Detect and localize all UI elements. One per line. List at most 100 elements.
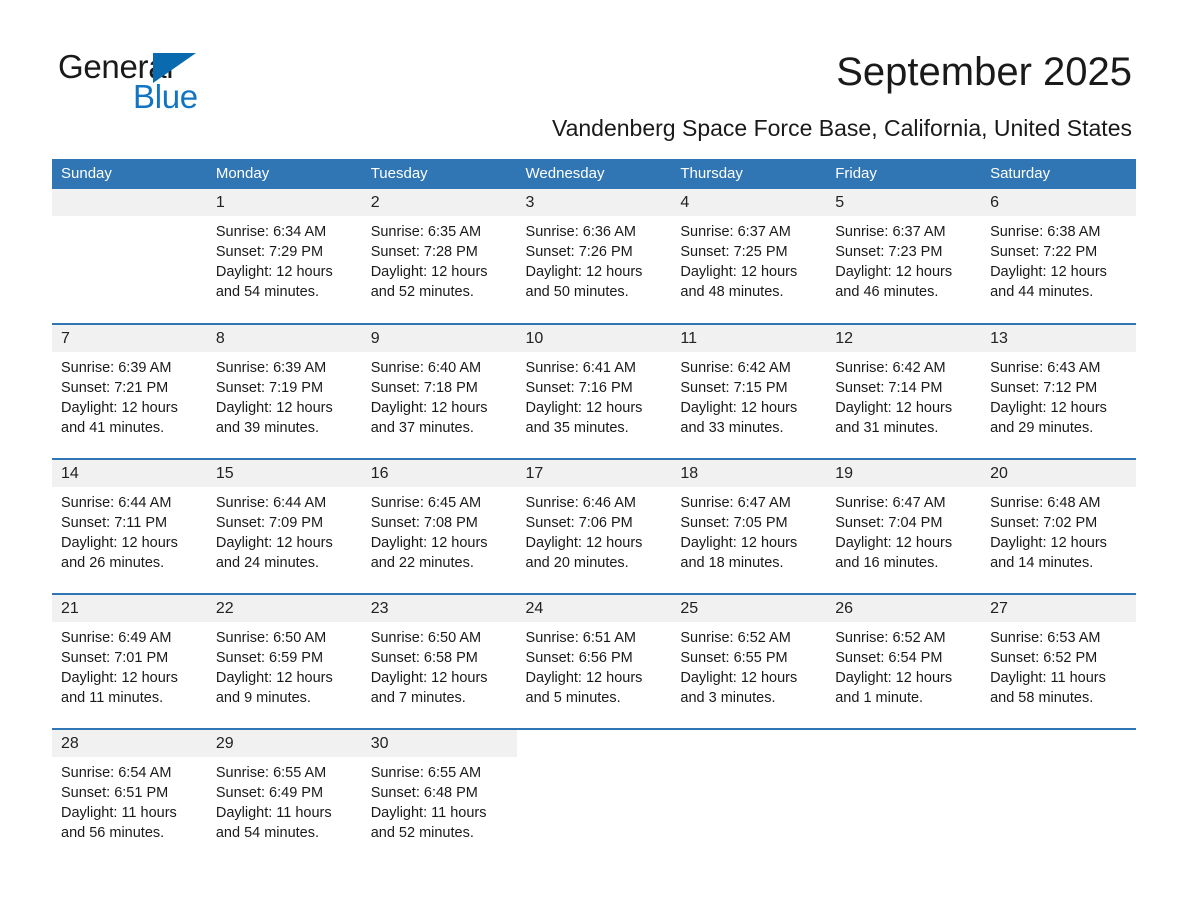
weekday-header-friday: Friday (826, 159, 982, 189)
sunrise-text: Sunrise: 6:43 AM (990, 360, 1101, 376)
sunrise-text: Sunrise: 6:41 AM (525, 360, 636, 376)
calendar-day-cell[interactable]: 17 Sunrise: 6:46 AM Sunset: 7:06 PM Dayligh… (516, 458, 672, 594)
day-number: 19 (826, 460, 982, 487)
sunrise-text: Sunrise: 6:39 AM (61, 360, 172, 376)
sunset-text: Sunset: 7:23 PM (835, 244, 943, 260)
calendar-table: Sunday Monday Tuesday Wednesday Thursday… (52, 159, 1136, 864)
day-number: 23 (361, 595, 517, 622)
calendar-empty-cell (516, 728, 672, 864)
calendar-day-cell[interactable]: 23 Sunrise: 6:50 AM Sunset: 6:58 PM Dayligh… (361, 593, 517, 729)
calendar-day-cell[interactable]: 3 Sunrise: 6:36 AM Sunset: 7:26 PM Daylight… (516, 189, 672, 324)
calendar-day-cell[interactable]: 4 Sunrise: 6:37 AM Sunset: 7:25 PM Daylight… (671, 189, 827, 324)
sunrise-text: Sunrise: 6:44 AM (61, 495, 172, 511)
calendar-day-cell[interactable]: 27 Sunrise: 6:53 AM Sunset: 6:52 PM Dayligh… (981, 593, 1136, 729)
calendar-day-cell[interactable]: 10 Sunrise: 6:41 AM Sunset: 7:16 PM Dayligh… (516, 323, 672, 459)
calendar-day-cell[interactable]: 14 Sunrise: 6:44 AM Sunset: 7:11 PM Dayligh… (52, 458, 207, 594)
calendar-day-cell[interactable]: 30 Sunrise: 6:55 AM Sunset: 6:48 PM Dayligh… (361, 728, 517, 864)
calendar-day-cell[interactable]: 1 Sunrise: 6:34 AM Sunset: 7:29 PM Daylight… (206, 189, 362, 324)
day-number (52, 189, 207, 216)
calendar-day-cell[interactable]: 8 Sunrise: 6:39 AM Sunset: 7:19 PM Daylight… (206, 323, 362, 459)
daylight-text: Daylight: 12 hours and 9 minutes. (215, 670, 333, 706)
calendar-day-cell[interactable]: 15 Sunrise: 6:44 AM Sunset: 7:09 PM Dayligh… (206, 458, 362, 594)
sun-info: Sunrise: 6:50 AM Sunset: 6:58 PM Daylight:… (362, 622, 517, 708)
calendar-page: General Blue September 2025 Vandenberg S… (0, 0, 1188, 918)
sun-info: Sunrise: 6:55 AM Sunset: 6:48 PM Daylight:… (362, 757, 517, 843)
calendar-day-cell[interactable]: 12 Sunrise: 6:42 AM Sunset: 7:14 PM Dayligh… (826, 323, 982, 459)
calendar-day-cell[interactable]: 6 Sunrise: 6:38 AM Sunset: 7:22 PM Daylight… (981, 189, 1136, 324)
sunrise-text: Sunrise: 6:52 AM (835, 630, 946, 646)
sunset-text: Sunset: 6:59 PM (215, 650, 324, 666)
calendar-day-cell[interactable]: 22 Sunrise: 6:50 AM Sunset: 6:59 PM Dayligh… (206, 593, 362, 729)
sunset-text: Sunset: 7:08 PM (370, 515, 478, 531)
calendar-day-cell[interactable]: 11 Sunrise: 6:42 AM Sunset: 7:15 PM Dayligh… (671, 323, 827, 459)
day-number: 20 (981, 460, 1136, 487)
calendar-day-cell[interactable]: 28 Sunrise: 6:54 AM Sunset: 6:51 PM Dayligh… (52, 728, 207, 864)
day-number: 22 (206, 595, 362, 622)
daylight-text: Daylight: 12 hours and 1 minute. (835, 670, 953, 706)
day-number: 3 (516, 189, 672, 216)
calendar-day-cell[interactable]: 9 Sunrise: 6:40 AM Sunset: 7:18 PM Daylight… (361, 323, 517, 459)
daylight-text: Daylight: 12 hours and 24 minutes. (215, 535, 333, 571)
calendar-day-cell[interactable]: 13 Sunrise: 6:43 AM Sunset: 7:12 PM Dayligh… (981, 323, 1136, 459)
sunrise-text: Sunrise: 6:34 AM (215, 224, 327, 240)
sun-info: Sunrise: 6:46 AM Sunset: 7:06 PM Daylight:… (517, 487, 672, 573)
calendar-day-cell[interactable]: 18 Sunrise: 6:47 AM Sunset: 7:05 PM Dayligh… (671, 458, 827, 594)
calendar-day-cell[interactable]: 25 Sunrise: 6:52 AM Sunset: 6:55 PM Dayligh… (671, 593, 827, 729)
daylight-text: Daylight: 12 hours and 44 minutes. (990, 264, 1107, 300)
sun-info: Sunrise: 6:40 AM Sunset: 7:18 PM Daylight:… (362, 352, 517, 438)
sun-info: Sunrise: 6:49 AM Sunset: 7:01 PM Daylight:… (52, 622, 207, 708)
calendar-day-cell[interactable]: 5 Sunrise: 6:37 AM Sunset: 7:23 PM Daylight… (826, 189, 982, 324)
day-number: 27 (981, 595, 1136, 622)
sunset-text: Sunset: 6:49 PM (215, 785, 324, 801)
day-number: 11 (671, 325, 827, 352)
sunset-text: Sunset: 6:58 PM (370, 650, 478, 666)
calendar-day-cell[interactable]: 7 Sunrise: 6:39 AM Sunset: 7:21 PM Daylight… (52, 323, 207, 459)
calendar-day-cell[interactable]: 20 Sunrise: 6:48 AM Sunset: 7:02 PM Dayligh… (981, 458, 1136, 594)
sun-info: Sunrise: 6:55 AM Sunset: 6:49 PM Daylight:… (207, 757, 362, 843)
calendar-week-row: 21 Sunrise: 6:49 AM Sunset: 7:01 PM Dayligh… (52, 593, 1136, 729)
sunrise-text: Sunrise: 6:44 AM (215, 495, 327, 511)
calendar-day-cell[interactable]: 24 Sunrise: 6:51 AM Sunset: 6:56 PM Dayligh… (516, 593, 672, 729)
sunrise-text: Sunrise: 6:37 AM (680, 224, 791, 240)
day-number: 13 (981, 325, 1136, 352)
sunset-text: Sunset: 6:54 PM (835, 650, 943, 666)
calendar-empty-cell (981, 728, 1136, 864)
daylight-text: Daylight: 12 hours and 5 minutes. (525, 670, 643, 706)
day-number: 16 (361, 460, 517, 487)
calendar-day-cell[interactable]: 29 Sunrise: 6:55 AM Sunset: 6:49 PM Dayligh… (206, 728, 362, 864)
sunrise-text: Sunrise: 6:45 AM (370, 495, 482, 511)
calendar-day-cell[interactable]: 21 Sunrise: 6:49 AM Sunset: 7:01 PM Dayligh… (52, 593, 207, 729)
sunrise-text: Sunrise: 6:55 AM (215, 765, 327, 781)
weekday-header-sunday: Sunday (52, 159, 207, 189)
daylight-text: Daylight: 12 hours and 39 minutes. (215, 400, 333, 436)
general-blue-logo: General Blue (58, 50, 278, 114)
sunrise-text: Sunrise: 6:49 AM (61, 630, 172, 646)
calendar-day-cell[interactable]: 26 Sunrise: 6:52 AM Sunset: 6:54 PM Dayligh… (826, 593, 982, 729)
day-number (981, 730, 1136, 757)
sunrise-text: Sunrise: 6:37 AM (835, 224, 946, 240)
calendar-week-row: 28 Sunrise: 6:54 AM Sunset: 6:51 PM Dayligh… (52, 728, 1136, 864)
calendar-day-cell[interactable]: 19 Sunrise: 6:47 AM Sunset: 7:04 PM Dayligh… (826, 458, 982, 594)
sunrise-text: Sunrise: 6:39 AM (215, 360, 327, 376)
daylight-text: Daylight: 12 hours and 16 minutes. (835, 535, 953, 571)
sun-info: Sunrise: 6:44 AM Sunset: 7:11 PM Daylight:… (52, 487, 207, 573)
page-title: September 2025 (836, 50, 1132, 94)
sun-info: Sunrise: 6:54 AM Sunset: 6:51 PM Daylight:… (52, 757, 207, 843)
sunset-text: Sunset: 7:18 PM (370, 380, 478, 396)
day-number: 5 (826, 189, 982, 216)
sunrise-text: Sunrise: 6:50 AM (215, 630, 327, 646)
sun-info: Sunrise: 6:43 AM Sunset: 7:12 PM Daylight:… (981, 352, 1136, 438)
calendar-day-cell[interactable]: 16 Sunrise: 6:45 AM Sunset: 7:08 PM Dayligh… (361, 458, 517, 594)
sunset-text: Sunset: 7:14 PM (835, 380, 943, 396)
calendar-day-cell[interactable]: 2 Sunrise: 6:35 AM Sunset: 7:28 PM Daylight… (361, 189, 517, 324)
daylight-text: Daylight: 12 hours and 50 minutes. (525, 264, 643, 300)
sunset-text: Sunset: 7:06 PM (525, 515, 633, 531)
sunset-text: Sunset: 7:25 PM (680, 244, 788, 260)
calendar-week-row: 7 Sunrise: 6:39 AM Sunset: 7:21 PM Daylight… (52, 323, 1136, 459)
day-number: 18 (671, 460, 827, 487)
daylight-text: Daylight: 12 hours and 46 minutes. (835, 264, 953, 300)
sunset-text: Sunset: 6:56 PM (525, 650, 633, 666)
sun-info: Sunrise: 6:50 AM Sunset: 6:59 PM Daylight:… (207, 622, 362, 708)
sunset-text: Sunset: 6:48 PM (370, 785, 478, 801)
calendar-empty-cell (52, 189, 207, 324)
